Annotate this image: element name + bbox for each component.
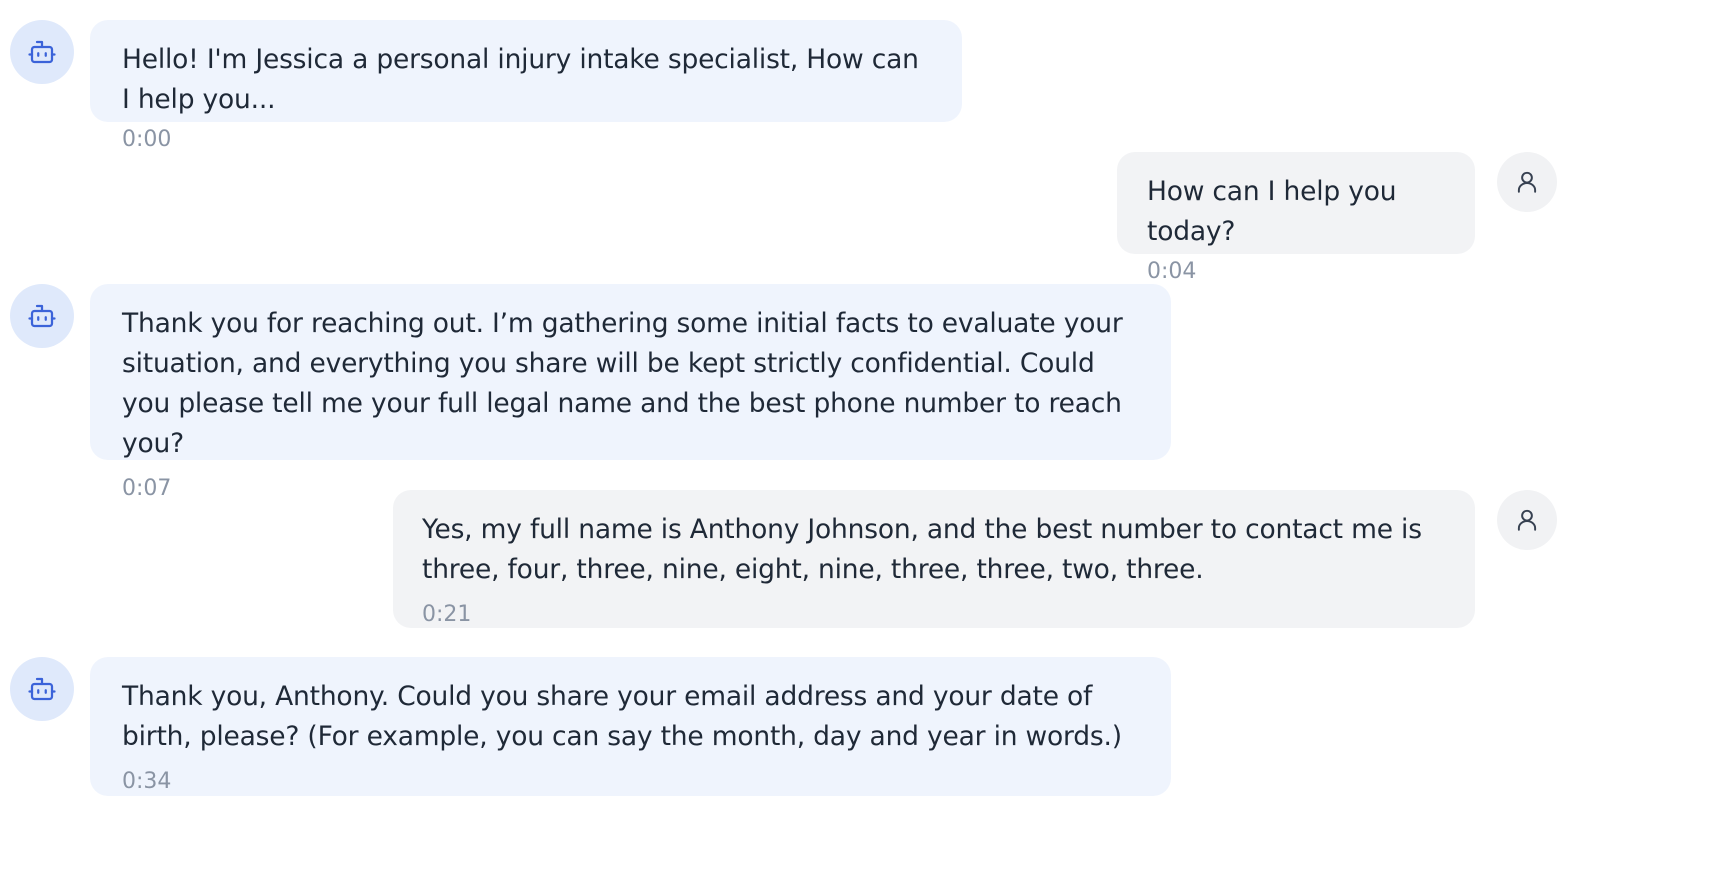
message-timestamp: 0:21 xyxy=(422,602,472,627)
message-timestamp: 0:04 xyxy=(1147,259,1197,284)
bot-icon xyxy=(28,304,56,328)
message-text: How can I help you today? xyxy=(1147,176,1397,247)
bot-icon xyxy=(28,40,56,64)
message-bubble: Thank you for reaching out. I’m gatherin… xyxy=(90,284,1171,501)
bot-icon xyxy=(28,677,56,701)
message-text: Hello! I'm Jessica a personal injury int… xyxy=(122,44,919,115)
message-timestamp: 0:34 xyxy=(122,769,172,794)
message-bubble: Yes, my full name is Anthony Johnson, an… xyxy=(393,490,1475,628)
message-text: Thank you, Anthony. Could you share your… xyxy=(122,681,1122,752)
message-bubble: Hello! I'm Jessica a personal injury int… xyxy=(90,20,962,152)
message-bubble: How can I help you today? 0:04 xyxy=(1117,152,1475,284)
bot-avatar xyxy=(10,20,74,84)
message-timestamp: 0:00 xyxy=(122,127,172,152)
bot-avatar xyxy=(10,284,74,348)
user-avatar xyxy=(1497,152,1557,212)
bot-avatar xyxy=(10,657,74,721)
user-icon xyxy=(1517,509,1537,531)
message-bubble: Thank you, Anthony. Could you share your… xyxy=(90,657,1171,796)
user-avatar xyxy=(1497,490,1557,550)
user-icon xyxy=(1517,171,1537,193)
message-text: Thank you for reaching out. I’m gatherin… xyxy=(122,308,1123,459)
message-text: Yes, my full name is Anthony Johnson, an… xyxy=(422,514,1422,585)
